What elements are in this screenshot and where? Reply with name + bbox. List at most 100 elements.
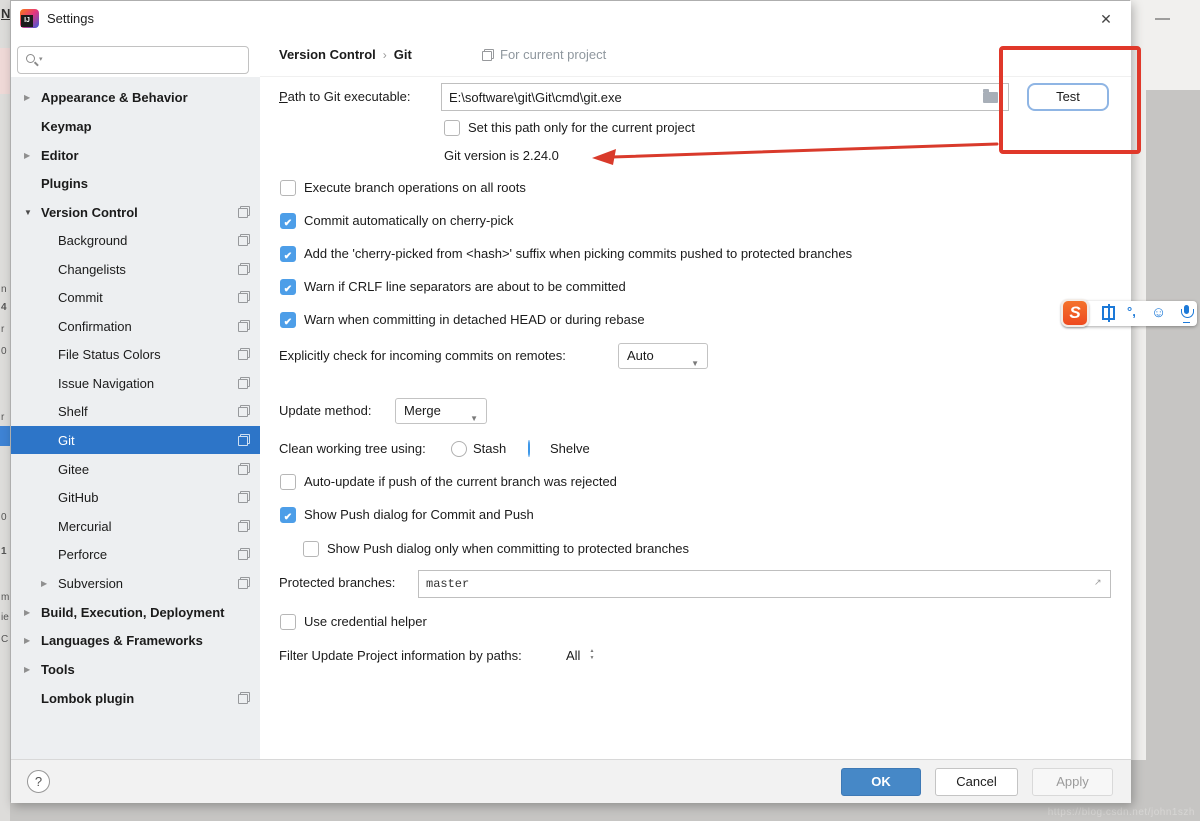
cancel-button[interactable]: Cancel xyxy=(935,768,1018,796)
checkbox-checked[interactable]: ✔ xyxy=(280,279,296,295)
auto-update-checkbox-row[interactable]: Auto-update if push of the current branc… xyxy=(280,474,617,490)
checkbox-unchecked[interactable] xyxy=(280,614,296,630)
cherry-suffix-checkbox-row[interactable]: ✔ Add the 'cherry-picked from <hash>' su… xyxy=(280,246,852,262)
chevron-right-icon[interactable]: ▶ xyxy=(24,151,41,160)
checkbox-checked[interactable]: ✔ xyxy=(280,312,296,328)
sidebar-item-shelf[interactable]: Shelf xyxy=(11,397,260,425)
explicit-check-label: Explicitly check for incoming commits on… xyxy=(279,348,566,364)
sidebar-item-perforce[interactable]: Perforce xyxy=(11,540,260,568)
sidebar-item-lombok-plugin[interactable]: Lombok plugin xyxy=(11,684,260,712)
update-method-dropdown[interactable]: Merge ▼ xyxy=(395,398,487,424)
filter-paths-value[interactable]: All xyxy=(566,648,580,664)
cherry-pick-checkbox-row[interactable]: ✔ Commit automatically on cherry-pick xyxy=(280,213,514,229)
show-push-protected-checkbox-row[interactable]: Show Push dialog only when committing to… xyxy=(303,541,689,557)
sidebar-item-changelists[interactable]: Changelists xyxy=(11,255,260,283)
check-icon: ✔ xyxy=(284,251,292,262)
edge-fragment: 4 xyxy=(1,302,7,313)
background-editor-edge: N n 4 r 0 r 0 1 m ie C xyxy=(0,0,10,821)
ok-button[interactable]: OK xyxy=(841,768,921,796)
chevron-down-icon: ▼ xyxy=(691,352,699,376)
sidebar-item-version-control[interactable]: ▼Version Control xyxy=(11,198,260,226)
sidebar-item-editor[interactable]: ▶Editor xyxy=(11,141,260,169)
sidebar-item-gitee[interactable]: Gitee xyxy=(11,455,260,483)
shelve-radio[interactable] xyxy=(528,440,530,457)
help-button[interactable]: ? xyxy=(27,770,50,793)
breadcrumb-version-control[interactable]: Version Control xyxy=(279,47,376,62)
sidebar-item-build-execution-deployment[interactable]: ▶Build, Execution, Deployment xyxy=(11,598,260,626)
checkbox-label: Show Push dialog for Commit and Push xyxy=(304,507,534,523)
chevron-down-icon[interactable]: ▼ xyxy=(24,208,41,217)
spinner-down-icon[interactable]: ▼ xyxy=(588,656,596,661)
emoji-icon[interactable]: ☺ xyxy=(1151,304,1166,322)
sidebar-item-commit[interactable]: Commit xyxy=(11,283,260,311)
sogou-logo-icon[interactable]: S xyxy=(1061,299,1089,327)
sidebar-item-label: Subversion xyxy=(58,576,123,591)
stash-label[interactable]: Stash xyxy=(473,441,506,457)
checkbox-unchecked[interactable] xyxy=(444,120,460,136)
sidebar-item-file-status-colors[interactable]: File Status Colors xyxy=(11,340,260,368)
sidebar-item-appearance-behavior[interactable]: ▶Appearance & Behavior xyxy=(11,83,260,111)
microphone-icon[interactable] xyxy=(1179,305,1194,321)
git-path-input[interactable] xyxy=(441,83,1009,111)
checkbox-checked[interactable]: ✔ xyxy=(280,246,296,262)
checkbox-label: Set this path only for the current proje… xyxy=(468,120,695,136)
breadcrumb: Version Control › Git xyxy=(279,47,412,62)
shelve-label[interactable]: Shelve xyxy=(550,441,590,457)
search-input[interactable]: ▾ xyxy=(17,46,249,74)
sidebar-item-mercurial[interactable]: Mercurial xyxy=(11,512,260,540)
chevron-right-icon[interactable]: ▶ xyxy=(24,636,41,645)
sidebar-item-issue-navigation[interactable]: Issue Navigation xyxy=(11,369,260,397)
sidebar-item-label: Languages & Frameworks xyxy=(41,633,203,648)
chevron-right-icon[interactable]: ▶ xyxy=(24,93,41,102)
sidebar-item-github[interactable]: GitHub xyxy=(11,483,260,511)
sidebar-item-subversion[interactable]: ▶Subversion xyxy=(11,569,260,597)
sidebar-item-label: Editor xyxy=(41,148,79,163)
sidebar-item-confirmation[interactable]: Confirmation xyxy=(11,312,260,340)
per-project-icon xyxy=(238,405,250,417)
sidebar-item-languages-frameworks[interactable]: ▶Languages & Frameworks xyxy=(11,626,260,654)
set-path-checkbox-row[interactable]: Set this path only for the current proje… xyxy=(444,120,695,136)
punctuation-mode-icon[interactable]: °, xyxy=(1127,304,1136,319)
expand-field-icon[interactable]: ↗ xyxy=(1094,578,1102,587)
sidebar-item-tools[interactable]: ▶Tools xyxy=(11,655,260,683)
protected-branches-input[interactable] xyxy=(418,570,1111,598)
chevron-right-icon[interactable]: ▶ xyxy=(41,579,58,588)
sidebar-item-git[interactable]: Git xyxy=(11,426,260,454)
apply-button[interactable]: Apply xyxy=(1032,768,1113,796)
ime-toolbar: S °, ☺ xyxy=(1063,301,1197,326)
checkbox-unchecked[interactable] xyxy=(303,541,319,557)
checkbox-label: Warn if CRLF line separators are about t… xyxy=(304,279,626,295)
sidebar-item-plugins[interactable]: Plugins xyxy=(11,169,260,197)
per-project-icon xyxy=(238,548,250,560)
sidebar-item-keymap[interactable]: Keymap xyxy=(11,112,260,140)
checkbox-checked[interactable]: ✔ xyxy=(280,507,296,523)
checkbox-unchecked[interactable] xyxy=(280,180,296,196)
stash-radio[interactable] xyxy=(451,441,467,457)
checkbox-unchecked[interactable] xyxy=(280,474,296,490)
checkbox-checked[interactable]: ✔ xyxy=(280,213,296,229)
chevron-right-icon[interactable]: ▶ xyxy=(24,608,41,617)
show-push-checkbox-row[interactable]: ✔ Show Push dialog for Commit and Push xyxy=(280,507,534,523)
sidebar-item-label: Confirmation xyxy=(58,319,132,334)
crlf-warn-checkbox-row[interactable]: ✔ Warn if CRLF line separators are about… xyxy=(280,279,626,295)
edge-fragment: r xyxy=(1,412,4,423)
scope-text: For current project xyxy=(500,47,606,62)
detached-head-checkbox-row[interactable]: ✔ Warn when committing in detached HEAD … xyxy=(280,312,645,328)
dropdown-value: Auto xyxy=(627,348,654,363)
branch-ops-checkbox-row[interactable]: Execute branch operations on all roots xyxy=(280,180,526,196)
breadcrumb-git: Git xyxy=(394,47,412,62)
folder-icon[interactable] xyxy=(983,92,998,103)
credential-helper-checkbox-row[interactable]: Use credential helper xyxy=(280,614,427,630)
spinner-up-icon[interactable]: ▲ xyxy=(588,649,596,654)
edge-fragment: n xyxy=(1,284,7,295)
per-project-icon xyxy=(238,234,250,246)
minimize-icon[interactable]: — xyxy=(1155,10,1170,27)
mic-base xyxy=(1183,322,1190,324)
chevron-right-icon[interactable]: ▶ xyxy=(24,665,41,674)
test-button[interactable]: Test xyxy=(1027,83,1109,111)
explicit-check-dropdown[interactable]: Auto ▼ xyxy=(618,343,708,369)
per-project-icon xyxy=(238,377,250,389)
close-icon[interactable]: ✕ xyxy=(1093,7,1119,31)
sidebar-item-background[interactable]: Background xyxy=(11,226,260,254)
chinese-mode-icon[interactable] xyxy=(1102,306,1115,320)
